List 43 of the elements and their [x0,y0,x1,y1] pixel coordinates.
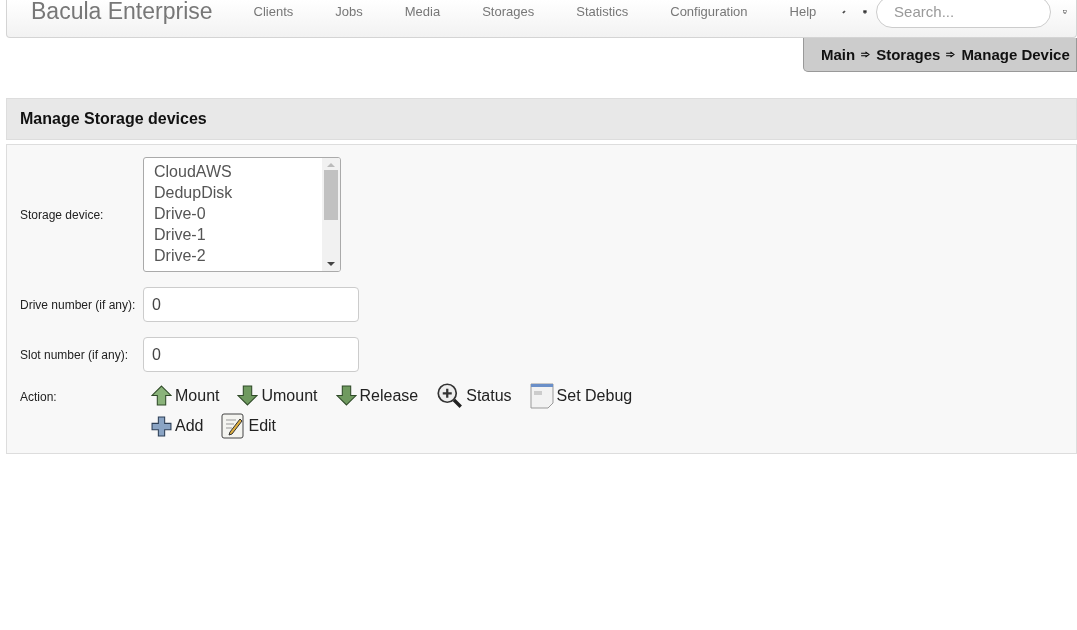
action-link[interactable]: Edit [221,413,277,439]
panel-title: Manage Storage devices [20,110,207,128]
field-label: Slot number (if any): [19,347,130,362]
nav-link[interactable]: Configuration [649,4,769,19]
list-option[interactable]: Drive-2 [154,245,312,266]
action-link[interactable]: Set Debug [529,382,633,409]
scroll-down-icon[interactable] [327,261,335,267]
edit-icon [221,413,246,439]
scrollbar[interactable] [322,158,340,271]
storage-device-list[interactable]: CloudAWS DedupDisk Drive-0 Drive-1 Drive-2 [143,157,341,272]
nav-link[interactable]: Help [768,4,835,19]
breadcrumb-link[interactable]: Main [821,46,856,63]
list-option[interactable]: CloudAWS [154,161,312,182]
nav-link[interactable]: Media [383,4,462,19]
down-arrow-icon [335,385,357,406]
brand-title[interactable]: Bacula Enterprise [31,0,213,25]
search-field[interactable]: Search... [876,0,1052,28]
nav-link[interactable]: Clients [232,4,315,19]
arrow-icon [861,51,871,58]
list-option[interactable]: Drive-1 [154,224,312,245]
plus-icon [151,415,172,437]
breadcrumb-link[interactable]: Manage Device [961,46,1070,63]
up-arrow-icon [151,385,172,406]
field-label: Storage device: [19,207,105,222]
nav-link[interactable]: Statistics [555,4,650,19]
slot-number-field[interactable]: 0 [143,337,359,372]
field-label: Drive number (if any): [19,297,137,312]
action-link[interactable]: Mount [151,385,220,406]
field-label: Action: [19,389,58,404]
action-link[interactable]: Release [335,385,419,406]
nav-link[interactable]: Storages [461,4,556,19]
down-arrow-icon [237,385,259,406]
zoom-in-icon [436,382,464,409]
nav-link[interactable]: Jobs [314,4,384,19]
list-option[interactable]: Drive-0 [154,203,312,224]
action-link[interactable]: Add [151,415,204,437]
drive-number-field[interactable]: 0 [143,287,359,322]
action-link[interactable]: Status [436,382,512,409]
arrow-icon [946,51,956,58]
window-icon [529,382,554,409]
list-option[interactable]: DedupDisk [154,182,312,203]
breadcrumb-link[interactable]: Storages [876,46,941,63]
action-link[interactable]: Umount [237,385,318,406]
